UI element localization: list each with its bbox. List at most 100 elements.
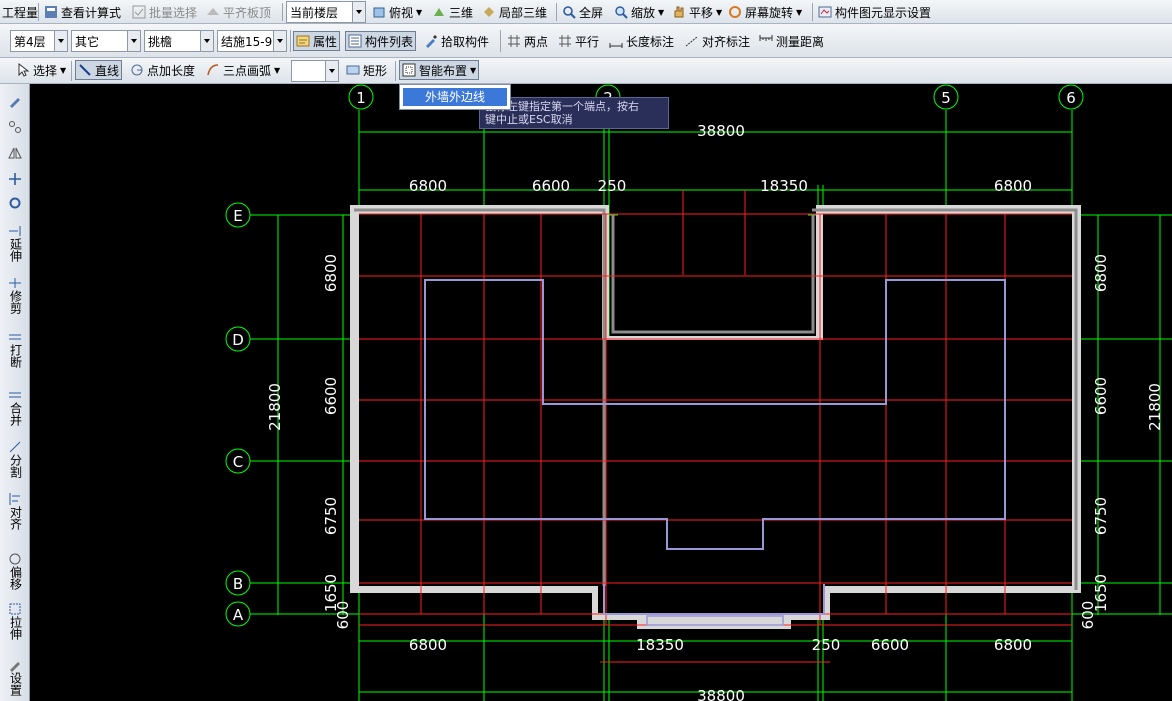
point-length-button[interactable]: 点加长度: [128, 60, 197, 80]
rotate-tool[interactable]: [3, 196, 27, 210]
offset-tool[interactable]: 偏移: [3, 552, 27, 590]
chevron-down-icon: ▼: [796, 7, 803, 17]
calculator-icon: [45, 6, 57, 18]
split-tool[interactable]: 分割: [3, 440, 27, 478]
axis-label-a: A: [233, 606, 244, 624]
axis-label-c: C: [233, 453, 243, 471]
separator: [71, 61, 72, 81]
dim-top-2: 6600: [532, 177, 570, 195]
rotate-icon: [729, 6, 741, 18]
merge-icon: [9, 392, 21, 398]
dim-right-2: 6600: [1092, 377, 1110, 415]
display-settings-button[interactable]: 构件图元显示设置: [816, 2, 933, 22]
properties-button[interactable]: 属性: [293, 31, 341, 51]
separator: [38, 3, 39, 21]
component-list-button[interactable]: 构件列表: [345, 31, 417, 51]
align-dim-button[interactable]: 对齐标注: [683, 31, 752, 51]
smart-layout-icon: [402, 63, 416, 77]
two-points-button[interactable]: 两点: [505, 31, 550, 51]
building-walls: [350, 205, 1081, 629]
local-3d-button[interactable]: 局部三维: [480, 2, 549, 22]
dim-bottom-2: 18350: [636, 636, 684, 654]
component-type-select[interactable]: 挑檐: [144, 30, 214, 52]
dim-total-bottom: 38800: [697, 687, 745, 701]
pan-button[interactable]: 平移 ▼: [670, 2, 724, 22]
category-select[interactable]: 其它: [71, 30, 141, 52]
floor-mode-select[interactable]: 当前楼层: [286, 1, 366, 23]
chevron-down-icon: ▼: [274, 65, 281, 75]
dim-total-top: 38800: [697, 122, 745, 140]
toolbar-row-2: 第4层 其它 挑檐 结施15-9 属性 构件列表 拾取构件 两点 平行 长度标注…: [0, 24, 1172, 58]
full-screen-button[interactable]: 全屏: [560, 2, 605, 22]
mirror-tool[interactable]: [3, 146, 27, 160]
align-dim-icon: [685, 36, 698, 47]
trim-icon: [9, 278, 21, 288]
break-tool[interactable]: 打断: [3, 330, 27, 368]
two-points-icon: [508, 35, 520, 47]
merge-tool[interactable]: 合并: [3, 388, 27, 426]
axis-label-6: 6: [1066, 89, 1076, 107]
dim-total-right: 21800: [1146, 383, 1164, 431]
top-view-button[interactable]: 俯视 ▼: [370, 2, 424, 22]
batch-select-icon: [132, 5, 146, 19]
local-3d-icon: [484, 7, 494, 17]
batch-select-button[interactable]: 批量选择: [130, 2, 199, 22]
component-name-select[interactable]: 结施15-9: [217, 30, 287, 52]
toolbar-row-1: 工程量 查看计算式 批量选择 平齐板顶 当前楼层 俯视 ▼ 三维 局部三维 全屏 …: [0, 0, 1172, 24]
chevron-down-icon: ▼: [416, 7, 423, 17]
settings-tool[interactable]: 设置: [3, 658, 27, 696]
three-d-button[interactable]: 三维: [430, 2, 475, 22]
view-calc-button[interactable]: 查看计算式: [42, 2, 123, 22]
zoom-icon: [615, 6, 628, 19]
move-tool[interactable]: [3, 172, 27, 186]
settings-icon: [10, 662, 20, 672]
extend-tool[interactable]: 延伸: [3, 224, 27, 262]
dim-top-1: 6800: [409, 177, 447, 195]
drawing-canvas[interactable]: 1 2 5 6 E D C B A 38800 6800 6600 250 18…: [30, 84, 1172, 701]
line-button[interactable]: 直线: [75, 60, 123, 80]
length-dim-button[interactable]: 长度标注: [607, 31, 676, 51]
zoom-button[interactable]: 缩放 ▼: [612, 2, 666, 22]
point-length-icon: [131, 64, 143, 76]
top-view-icon: [373, 7, 385, 18]
axis-label-e: E: [233, 207, 242, 225]
properties-icon: [296, 35, 310, 47]
chevron-down-icon: ▼: [658, 7, 665, 17]
flush-slab-button[interactable]: 平齐板顶: [204, 2, 273, 22]
copy-tool[interactable]: [3, 120, 27, 134]
menu-item-outer-wall-edge[interactable]: 外墙外边线: [403, 88, 507, 106]
project-quantity-button[interactable]: 工程量: [0, 2, 40, 22]
trim-tool[interactable]: 修剪: [3, 276, 27, 314]
smart-layout-button[interactable]: 智能布置 ▼: [399, 60, 480, 80]
measure-distance-button[interactable]: 测量距离: [757, 31, 826, 51]
extend-icon: [9, 226, 21, 236]
arc-icon: [207, 64, 219, 76]
dim-right-1: 6800: [1092, 254, 1110, 292]
dim-left-3: 6750: [322, 497, 340, 535]
axis-label-b: B: [233, 575, 243, 593]
pick-component-button[interactable]: 拾取构件: [422, 31, 491, 51]
rectangle-icon: [346, 65, 360, 75]
rectangle-button[interactable]: 矩形: [344, 60, 389, 80]
split-icon: [9, 441, 21, 453]
select-button[interactable]: 选择 ▼: [14, 60, 68, 80]
arc-option-select[interactable]: [291, 60, 339, 82]
copy-icon: [9, 121, 21, 133]
separator: [290, 30, 291, 52]
separator: [395, 61, 396, 81]
dim-left-1: 6800: [322, 254, 340, 292]
three-point-arc-button[interactable]: 三点画弧 ▼: [204, 60, 282, 80]
stretch-tool[interactable]: 拉伸: [3, 602, 27, 640]
dim-right-5: 600: [1079, 601, 1097, 630]
screen-rotate-button[interactable]: 屏幕旋转 ▼: [726, 2, 804, 22]
ruler-icon: [759, 35, 773, 41]
align-icon: [9, 493, 20, 505]
brush-tool[interactable]: [3, 94, 27, 108]
dim-top-5: 6800: [994, 177, 1032, 195]
floor-select[interactable]: 第4层: [10, 30, 68, 52]
dim-bottom-1: 6800: [409, 636, 447, 654]
parallel-button[interactable]: 平行: [556, 31, 601, 51]
move-icon: [9, 173, 21, 185]
smart-layout-menu: 外墙外边线: [399, 84, 511, 110]
align-tool[interactable]: 对齐: [3, 492, 27, 530]
